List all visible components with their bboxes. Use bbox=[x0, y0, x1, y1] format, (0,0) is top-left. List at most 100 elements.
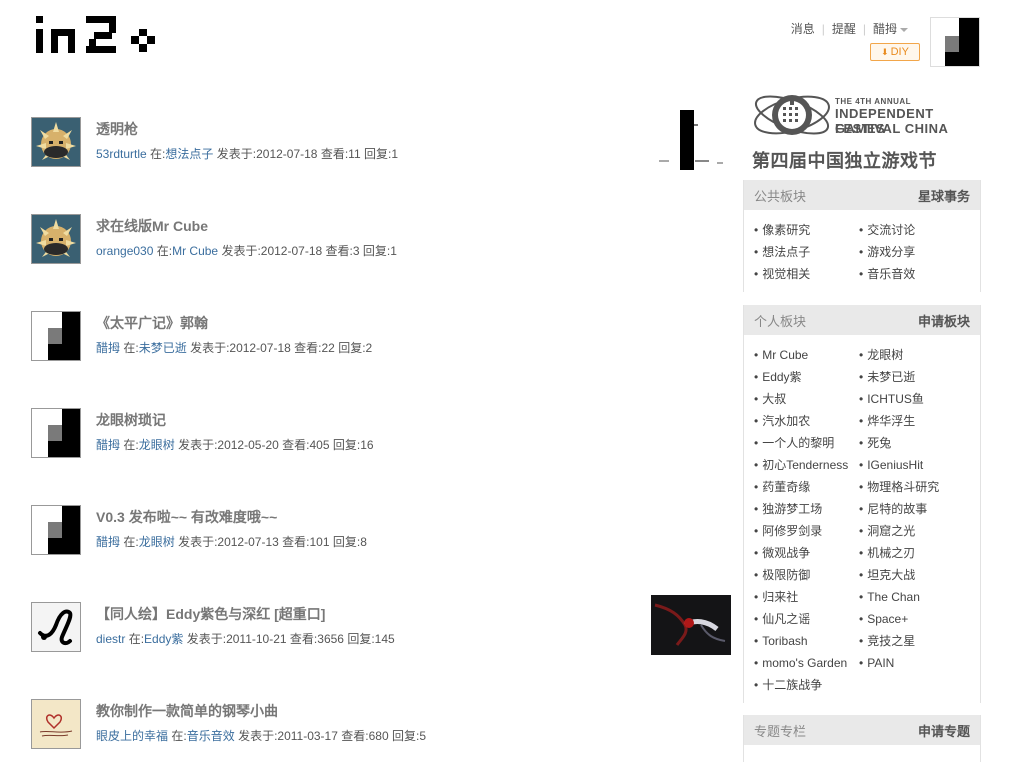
author-link[interactable]: diestr bbox=[96, 632, 125, 646]
board-link[interactable]: 十二族战争 bbox=[754, 677, 859, 693]
columns-header: 专题专栏 申请专题 bbox=[744, 715, 980, 745]
board-link[interactable]: Space+ bbox=[859, 611, 964, 627]
board-link[interactable]: 音乐音效 bbox=[187, 729, 235, 743]
apply-column-link[interactable]: 申请专题 bbox=[918, 721, 970, 740]
public-board-list: 像素研究交流讨论想法点子游戏分享视觉相关音乐音效 bbox=[754, 222, 980, 282]
post-thumbnail-image bbox=[651, 595, 731, 655]
board-link[interactable]: 视觉相关 bbox=[754, 266, 859, 282]
messages-link[interactable]: 消息 bbox=[784, 20, 822, 37]
board-link[interactable]: 未梦已逝 bbox=[859, 369, 964, 385]
author-avatar[interactable] bbox=[31, 408, 81, 458]
author-avatar[interactable] bbox=[31, 311, 81, 361]
author-link[interactable]: 醋拇 bbox=[96, 438, 120, 452]
user-menu[interactable]: 醋拇 bbox=[866, 20, 915, 37]
banner-line-3: FESTIVAL CHINA bbox=[835, 121, 949, 136]
author-avatar[interactable] bbox=[31, 214, 81, 264]
in-label: 在: bbox=[156, 244, 173, 258]
author-link[interactable]: orange030 bbox=[96, 244, 153, 258]
board-link[interactable]: Mr Cube bbox=[172, 244, 218, 258]
author-avatar[interactable] bbox=[31, 699, 81, 749]
block-avatar-icon bbox=[32, 506, 80, 554]
public-boards-panel: 公共板块 星球事务 像素研究交流讨论想法点子游戏分享视觉相关音乐音效 bbox=[743, 180, 981, 292]
spiky-ball-avatar-icon bbox=[32, 215, 80, 263]
board-link[interactable]: PAIN bbox=[859, 655, 964, 671]
board-link[interactable]: 像素研究 bbox=[754, 222, 859, 238]
post-title-link[interactable]: 【同人绘】Eddy紫色与深红 [超重口] bbox=[96, 604, 325, 624]
board-link[interactable]: The Chan bbox=[859, 589, 964, 605]
board-link[interactable]: 独游梦工场 bbox=[754, 501, 859, 517]
views-label: 查看: bbox=[325, 244, 353, 258]
posted-label: 发表于: bbox=[216, 147, 257, 161]
board-link[interactable]: 龙眼树 bbox=[139, 535, 175, 549]
board-link[interactable]: 烨华浮生 bbox=[859, 413, 964, 429]
board-link[interactable]: 归来社 bbox=[754, 589, 859, 605]
author-avatar[interactable] bbox=[31, 505, 81, 555]
board-link[interactable]: 龙眼树 bbox=[859, 347, 964, 363]
reply-count: 8 bbox=[360, 535, 367, 549]
author-avatar[interactable] bbox=[31, 602, 81, 652]
board-link[interactable]: 药董奇缘 bbox=[754, 479, 859, 495]
board-link[interactable]: 物理格斗研究 bbox=[859, 479, 964, 495]
view-count: 11 bbox=[348, 147, 361, 161]
board-link[interactable]: 想法点子 bbox=[165, 147, 213, 161]
board-link[interactable]: 阿修罗剑录 bbox=[754, 523, 859, 539]
post-date: 2012-07-18 bbox=[229, 341, 291, 355]
post-title-link[interactable]: 求在线版Mr Cube bbox=[96, 216, 208, 236]
post-title-link[interactable]: 龙眼树琐记 bbox=[96, 410, 166, 430]
apply-board-link[interactable]: 申请板块 bbox=[918, 311, 970, 330]
author-link[interactable]: 眼皮上的幸福 bbox=[96, 729, 168, 743]
author-avatar[interactable] bbox=[31, 117, 81, 167]
board-link[interactable]: 竞技之星 bbox=[859, 633, 964, 649]
board-link[interactable]: Eddy紫 bbox=[144, 632, 183, 646]
board-link[interactable]: 交流讨论 bbox=[859, 222, 964, 238]
personal-boards-header: 个人板块 申请板块 bbox=[744, 305, 980, 335]
public-affairs-link[interactable]: 星球事务 bbox=[918, 186, 970, 205]
board-link[interactable]: 想法点子 bbox=[754, 244, 859, 260]
board-link[interactable]: IGeniusHit bbox=[859, 457, 964, 473]
board-link[interactable]: 龙眼树 bbox=[139, 438, 175, 452]
board-link[interactable]: 机械之刃 bbox=[859, 545, 964, 561]
board-link[interactable]: 游戏分享 bbox=[859, 244, 964, 260]
board-link[interactable]: 未梦已逝 bbox=[139, 341, 187, 355]
post-item: 【同人绘】Eddy紫色与深红 [超重口] diestr 在:Eddy紫 发表于:2… bbox=[31, 595, 731, 662]
board-link[interactable]: 大叔 bbox=[754, 391, 859, 407]
author-link[interactable]: 醋拇 bbox=[96, 535, 120, 549]
board-link[interactable]: 一个人的黎明 bbox=[754, 435, 859, 451]
user-avatar[interactable] bbox=[930, 17, 980, 67]
board-link[interactable]: 死兔 bbox=[859, 435, 964, 451]
board-link[interactable]: 仙凡之谣 bbox=[754, 611, 859, 627]
festival-banner[interactable]: THE 4TH ANNUAL INDEPENDENT GAMES FESTIVA… bbox=[752, 85, 974, 171]
post-title-link[interactable]: V0.3 发布啦~~ 有改难度哦~~ bbox=[96, 507, 277, 527]
board-link[interactable]: 坦克大战 bbox=[859, 567, 964, 583]
board-link[interactable]: Toribash bbox=[754, 633, 859, 649]
columns-title: 专题专栏 bbox=[754, 723, 807, 739]
diy-button[interactable]: ⬇ DIY bbox=[870, 43, 920, 61]
board-link[interactable]: 微观战争 bbox=[754, 545, 859, 561]
board-link[interactable]: 洞窟之光 bbox=[859, 523, 964, 539]
board-link[interactable]: 音乐音效 bbox=[859, 266, 964, 282]
board-link[interactable]: Eddy紫 bbox=[754, 369, 859, 385]
posted-label: 发表于: bbox=[178, 535, 218, 549]
post-item: 求在线版Mr Cube orange030 在:Mr Cube 发表于:2012-… bbox=[31, 214, 731, 274]
post-title-link[interactable]: 教你制作一款简单的钢琴小曲 bbox=[96, 701, 278, 721]
board-link[interactable]: 尼特的故事 bbox=[859, 501, 964, 517]
post-thumbnail[interactable] bbox=[651, 595, 731, 655]
board-link[interactable]: 初心Tenderness bbox=[754, 457, 859, 473]
post-title-link[interactable]: 《太平广记》郭翰 bbox=[96, 313, 208, 333]
post-thumbnail[interactable] bbox=[651, 110, 731, 170]
author-link[interactable]: 53rdturtle bbox=[96, 147, 147, 161]
board-link[interactable]: Mr Cube bbox=[754, 347, 859, 363]
board-link[interactable]: 汽水加农 bbox=[754, 413, 859, 429]
board-link[interactable]: momo's Garden bbox=[754, 655, 859, 671]
post-item: 龙眼树琐记 醋拇 在:龙眼树 发表于:2012-05-20 查看:405 回复:1… bbox=[31, 408, 731, 468]
personal-boards-title: 个人板块 bbox=[754, 313, 807, 329]
site-logo[interactable] bbox=[34, 14, 166, 54]
author-link[interactable]: 醋拇 bbox=[96, 341, 120, 355]
post-title-link[interactable]: 透明枪 bbox=[96, 119, 138, 139]
board-link[interactable]: 极限防御 bbox=[754, 567, 859, 583]
board-link[interactable]: ICHTUS鱼 bbox=[859, 391, 964, 407]
reminders-link[interactable]: 提醒 bbox=[825, 20, 863, 37]
views-label: 查看: bbox=[289, 632, 318, 646]
in-label: 在: bbox=[123, 438, 139, 452]
reply-count: 2 bbox=[365, 341, 373, 355]
